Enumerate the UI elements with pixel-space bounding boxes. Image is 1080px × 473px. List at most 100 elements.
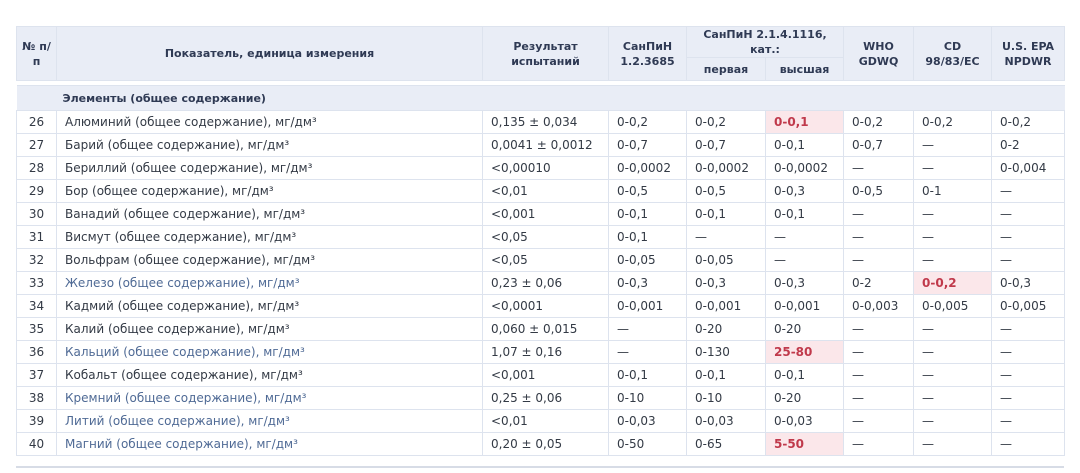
cell-sanpin: 0-0,1 xyxy=(608,225,687,249)
cell-high: 0-0,03 xyxy=(764,409,845,433)
cell-first: 0-10 xyxy=(686,386,766,410)
cell-epa: — xyxy=(991,202,1066,226)
cell-num: 26 xyxy=(16,110,57,134)
cell-cd: — xyxy=(913,432,993,456)
cell-epa: — xyxy=(991,179,1066,203)
cell-name: Магний (общее содержание), мг/дм³ xyxy=(56,432,483,456)
cell-first: 0-0,1 xyxy=(686,202,766,226)
cell-high: 0-0,3 xyxy=(764,179,845,203)
cell-cd: 0-1 xyxy=(913,179,993,203)
cell-result: 0,25 ± 0,06 xyxy=(482,386,609,410)
table-row: 38 Кремний (общее содержание), мг/дм³ 0,25… xyxy=(16,386,1066,410)
cell-result: <0,05 xyxy=(482,248,609,272)
cell-high: 0-0,1 xyxy=(764,202,845,226)
cell-sanpin: 0-0,7 xyxy=(608,133,687,157)
cell-num: 36 xyxy=(16,340,57,364)
cell-first: 0-0,2 xyxy=(686,110,766,134)
cell-result: <0,001 xyxy=(482,363,609,387)
cell-who: 0-0,5 xyxy=(843,179,915,203)
header-indicator: Показатель, единица измерения xyxy=(56,26,483,81)
cell-num: 31 xyxy=(16,225,57,249)
cell-epa: — xyxy=(991,363,1066,387)
cell-epa: 0-2 xyxy=(991,133,1066,157)
cell-name: Бор (общее содержание), мг/дм³ xyxy=(56,179,483,203)
cell-name: Бериллий (общее содержание), мг/дм³ xyxy=(56,156,483,180)
cell-who: — xyxy=(843,340,915,364)
cell-high: 0-0,001 xyxy=(764,294,845,318)
cell-num: 29 xyxy=(16,179,57,203)
cell-high: 0-0,1 xyxy=(764,363,845,387)
header-result: Результат испытаний xyxy=(482,26,609,81)
cell-high: 0-0,1 xyxy=(764,133,845,157)
cell-result: <0,05 xyxy=(482,225,609,249)
results-table-container: № п/п Показатель, единица измерения Резу… xyxy=(16,26,1066,456)
cell-epa: — xyxy=(991,248,1066,272)
cell-result: 0,20 ± 0,05 xyxy=(482,432,609,456)
cell-cd: — xyxy=(913,317,993,341)
cell-first: 0-0,5 xyxy=(686,179,766,203)
cell-sanpin: — xyxy=(608,340,687,364)
cell-first: 0-65 xyxy=(686,432,766,456)
cell-result: 0,0041 ± 0,0012 xyxy=(482,133,609,157)
table-row: 30 Ванадий (общее содержание), мг/дм³ <0,0… xyxy=(16,202,1066,226)
cell-high: 5-50 xyxy=(764,432,845,456)
cell-cd: — xyxy=(913,248,993,272)
cell-high: 0-20 xyxy=(764,317,845,341)
cell-who: — xyxy=(843,409,915,433)
cell-who: — xyxy=(843,317,915,341)
cell-epa: — xyxy=(991,432,1066,456)
cell-epa: — xyxy=(991,340,1066,364)
cell-sanpin: 0-0,001 xyxy=(608,294,687,318)
cell-cd: — xyxy=(913,202,993,226)
cell-num: 40 xyxy=(16,432,57,456)
cell-sanpin: — xyxy=(608,317,687,341)
cell-first: 0-130 xyxy=(686,340,766,364)
cell-num: 32 xyxy=(16,248,57,272)
bottom-divider xyxy=(16,466,1064,468)
header-sanpin-3685: СанПиН 1.2.3685 xyxy=(608,26,687,81)
table-row: 26 Алюминий (общее содержание), мг/дм³ 0,1… xyxy=(16,110,1066,134)
cell-result: <0,00010 xyxy=(482,156,609,180)
cell-epa: — xyxy=(991,386,1066,410)
cell-first: 0-0,3 xyxy=(686,271,766,295)
cell-epa: — xyxy=(991,409,1066,433)
cell-result: <0,001 xyxy=(482,202,609,226)
cell-high: 0-0,0002 xyxy=(764,156,845,180)
cell-who: — xyxy=(843,363,915,387)
cell-num: 28 xyxy=(16,156,57,180)
cell-num: 39 xyxy=(16,409,57,433)
cell-num: 33 xyxy=(16,271,57,295)
cell-first: 0-0,03 xyxy=(686,409,766,433)
cell-result: 0,060 ± 0,015 xyxy=(482,317,609,341)
cell-result: 0,135 ± 0,034 xyxy=(482,110,609,134)
cell-name: Алюминий (общее содержание), мг/дм³ xyxy=(56,110,483,134)
table-row: 31 Висмут (общее содержание), мг/дм³ <0,05… xyxy=(16,225,1066,249)
table-row: 27 Барий (общее содержание), мг/дм³ 0,0041… xyxy=(16,133,1066,157)
header-category-first: первая xyxy=(686,57,766,81)
cell-sanpin: 0-0,1 xyxy=(608,363,687,387)
cell-cd: — xyxy=(913,225,993,249)
cell-name: Вольфрам (общее содержание), мг/дм³ xyxy=(56,248,483,272)
table-row: 35 Калий (общее содержание), мг/дм³ 0,060 … xyxy=(16,317,1066,341)
cell-who: — xyxy=(843,225,915,249)
cell-first: 0-20 xyxy=(686,317,766,341)
cell-high: 0-0,1 xyxy=(764,110,845,134)
cell-name: Барий (общее содержание), мг/дм³ xyxy=(56,133,483,157)
cell-name: Висмут (общее содержание), мг/дм³ xyxy=(56,225,483,249)
cell-sanpin: 0-0,2 xyxy=(608,110,687,134)
table-row: 32 Вольфрам (общее содержание), мг/дм³ <0,… xyxy=(16,248,1066,272)
cell-first: 0-0,7 xyxy=(686,133,766,157)
cell-cd: 0-0,005 xyxy=(913,294,993,318)
cell-cd: — xyxy=(913,340,993,364)
cell-high: 25-80 xyxy=(764,340,845,364)
cell-name: Кобальт (общее содержание), мг/дм³ xyxy=(56,363,483,387)
cell-epa: — xyxy=(991,225,1066,249)
cell-name: Ванадий (общее содержание), мг/дм³ xyxy=(56,202,483,226)
table-row: 40 Магний (общее содержание), мг/дм³ 0,20 … xyxy=(16,432,1066,456)
cell-high: 0-0,3 xyxy=(764,271,845,295)
cell-who: 0-0,003 xyxy=(843,294,915,318)
table-header: № п/п Показатель, единица измерения Резу… xyxy=(16,26,1066,81)
cell-cd: — xyxy=(913,386,993,410)
cell-result: 1,07 ± 0,16 xyxy=(482,340,609,364)
cell-num: 37 xyxy=(16,363,57,387)
